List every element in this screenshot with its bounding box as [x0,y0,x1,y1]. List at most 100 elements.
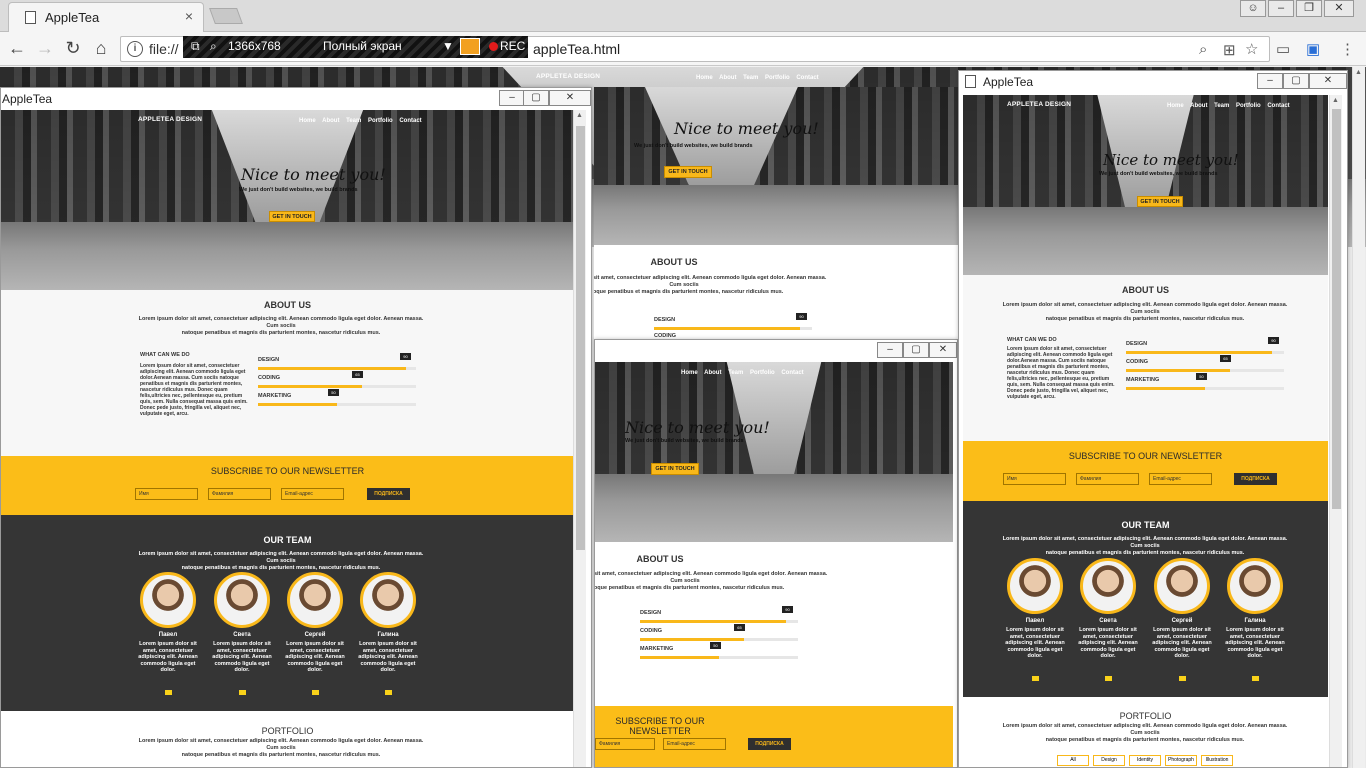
skill-marketing: MARKETING 50 [1126,373,1284,390]
scroll-thumb[interactable] [1332,109,1341,509]
get-in-touch-button[interactable]: GET IN TOUCH [269,211,315,222]
get-in-touch-button[interactable]: GET IN TOUCH [651,463,699,475]
about-title: ABOUT US [264,300,311,310]
minimize-icon[interactable]: – [499,90,525,106]
reload-icon[interactable]: ↻ [62,38,84,59]
portfolio-text: Lorem ipsum dolor sit amet, consectetuer… [138,738,424,758]
recorder-mode[interactable]: Полный экран [323,39,402,53]
social-icon[interactable] [1251,675,1259,681]
bg-nav[interactable]: Home About Team Portfolio Contact [696,75,819,81]
about-text: Lorem ipsum dolor sit amet, consectetuer… [594,571,828,591]
page-scrollbar[interactable]: ▲ [1352,67,1365,768]
about-text: Lorem ipsum dolor sit amet, consectetuer… [1002,302,1288,322]
hero-tagline: We just don't build websites, we build b… [239,187,358,193]
social-icon[interactable] [1178,675,1186,681]
email-input[interactable]: Email-адрес [281,488,344,500]
portfolio-section: PORTFOLIO Lorem ipsum dolor sit amet, co… [963,697,1328,767]
what-we-do-title: WHAT CAN WE DO [1007,337,1057,343]
filter-design[interactable]: Design [1093,755,1125,766]
person-icon[interactable]: ☺ [1240,0,1266,17]
restore-icon[interactable]: ▢ [523,90,549,106]
filter-all[interactable]: All [1057,755,1089,766]
get-in-touch-button[interactable]: GET IN TOUCH [1137,196,1183,207]
tab-appletea[interactable]: AppleTea × [8,2,204,32]
restore-icon[interactable]: ▢ [903,342,929,358]
subscribe-button[interactable]: ПОДПИСКА [748,738,791,750]
forward-icon[interactable]: → [34,38,56,59]
social-icon[interactable] [1031,675,1039,681]
about-section: ABOUT US Lorem ipsum dolor sit amet, con… [1,290,574,460]
filter-identity[interactable]: Identity [1129,755,1161,766]
cast-icon[interactable]: ▭ [1276,40,1290,58]
page-icon [25,11,36,24]
get-in-touch-button[interactable]: GET IN TOUCH [664,166,712,178]
home-icon[interactable]: ⌂ [90,38,112,59]
social-icon[interactable] [384,689,392,695]
screen-recorder-bar: ⧉ ⌕ 1366x768 Полный экран ▼ REC [183,36,528,58]
left-window-scrollbar[interactable]: ▲ [573,110,586,767]
about-section: ABOUT US Lorem ipsum dolor sit amet, con… [963,275,1328,441]
new-tab-button[interactable] [209,8,243,24]
newsletter-title: SUBSCRIBE TO OUR NEWSLETTER [615,716,705,736]
portfolio-text: Lorem ipsum dolor sit amet, consectetuer… [1002,723,1288,743]
name-input[interactable]: Имя [135,488,198,500]
recorder-resolution[interactable]: 1366x768 [228,39,281,53]
subscribe-button[interactable]: ПОДПИСКА [367,488,410,500]
avatar [214,572,270,628]
email-input[interactable]: Email-адрес [1149,473,1212,485]
camera-icon[interactable] [460,38,480,55]
close-icon[interactable]: ✕ [929,342,957,358]
menu-icon[interactable]: ⋮ [1340,40,1355,58]
skill-design: DESIGN 90 [258,353,416,370]
main-nav[interactable]: Home About Team Portfolio Contact [681,370,804,376]
restore-icon[interactable]: ▢ [1283,73,1309,89]
recorder-rec-label[interactable]: REC [500,39,525,53]
back-icon[interactable]: ← [6,38,28,59]
filter-photograph[interactable]: Photograph [1165,755,1197,766]
social-icon[interactable] [238,689,246,695]
right-window-scrollbar[interactable]: ▲ [1329,95,1342,767]
skill-coding: CODING 65 [640,624,798,641]
team-section: OUR TEAM Lorem ipsum dolor sit amet, con… [1,515,574,711]
restore-icon[interactable]: ❐ [1296,0,1322,17]
close-icon[interactable]: ✕ [549,90,591,106]
minimize-icon[interactable]: – [1268,0,1294,17]
skill-design: DESIGN 90 [654,313,812,330]
translate-icon[interactable]: ⊞ [1223,41,1236,59]
filter-illustration[interactable]: Illustration [1201,755,1233,766]
social-icon[interactable] [311,689,319,695]
surname-input[interactable]: Фамилия [208,488,271,500]
brand-logo[interactable]: APPLETEA DESIGN [1007,101,1071,108]
team-title: OUR TEAM [263,535,312,545]
main-nav[interactable]: Home About Team Portfolio Contact [1167,103,1290,109]
email-input[interactable]: Email-адрес [663,738,726,750]
minimize-icon[interactable]: – [1257,73,1283,89]
name-input[interactable]: Имя [1003,473,1066,485]
surname-input[interactable]: Фамилия [595,738,655,750]
social-icon[interactable] [164,689,172,695]
about-title: ABOUT US [650,257,698,267]
extension-icon[interactable]: ▣ [1306,40,1320,58]
tab-close-icon[interactable]: × [185,8,193,24]
scroll-thumb[interactable] [576,126,585,550]
recorder-window-icon[interactable]: ⧉ [191,39,200,54]
bookmark-star-icon[interactable]: ☆ [1245,40,1258,58]
main-nav[interactable]: Home About Team Portfolio Contact [299,118,422,124]
close-icon[interactable]: ✕ [1309,73,1347,89]
left-window-title: AppleTea [2,92,53,106]
recorder-zoom-icon[interactable]: ⌕ [210,39,217,54]
tab-title: AppleTea [45,10,100,25]
team-member: Сергей Lorem ipsum dolor sit amet, consec… [280,572,350,695]
social-icon[interactable] [1104,675,1112,681]
close-icon[interactable]: ✕ [1324,0,1354,17]
surname-input[interactable]: Фамилия [1076,473,1139,485]
chevron-down-icon[interactable]: ▼ [442,39,454,53]
info-icon[interactable]: i [127,41,143,57]
what-we-do-text: Lorem ipsum dolor sit amet, consectetuer… [140,363,248,417]
subscribe-button[interactable]: ПОДПИСКА [1234,473,1277,485]
zoom-icon[interactable]: ⌕ [1199,41,1207,58]
page-viewport: APPLETEA DESIGN Home About Team Portfoli… [0,67,1366,768]
brand-logo[interactable]: APPLETEA DESIGN [138,116,202,123]
team-text: Lorem ipsum dolor sit amet, consectetuer… [138,551,424,571]
minimize-icon[interactable]: – [877,342,903,358]
